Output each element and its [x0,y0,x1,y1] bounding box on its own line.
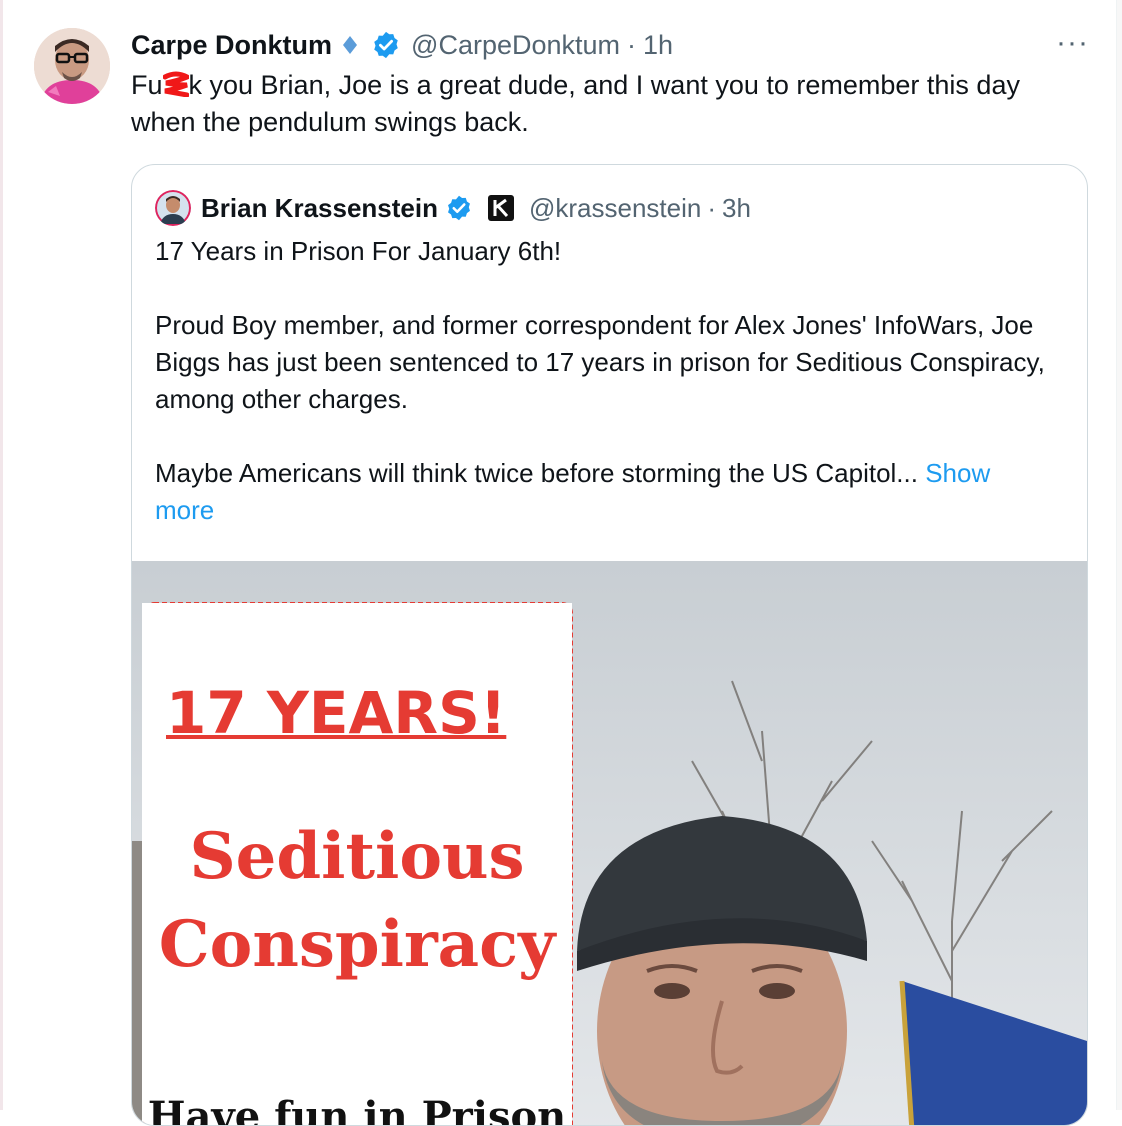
quoted-tweet-text: 17 Years in Prison For January 6th! Prou… [155,233,1055,529]
quoted-author-handle[interactable]: @krassenstein [529,193,701,224]
tweet-timestamp[interactable]: 1h [643,30,673,61]
sign-subtitle-line-1: Seditious [189,819,525,894]
quoted-tweet-image[interactable]: 17 YEARS! Seditious Conspiracy Have fun … [132,561,1087,1125]
tweet-text-prefix: Fu [131,70,163,100]
sign-subtitle: Seditious Conspiracy [142,813,572,989]
affiliate-diamond-icon [341,34,359,56]
sign-headline: 17 YEARS! [166,679,507,747]
quoted-paragraph-2: Proud Boy member, and former corresponde… [155,310,1045,414]
quoted-verified-badge-icon[interactable] [445,194,473,222]
more-options-button[interactable]: ··· [1056,28,1089,58]
quoted-paragraph-3: Maybe Americans will think twice before … [155,455,1055,529]
quoted-tweet-header: Brian Krassenstein @krassenstein · 3h [155,190,751,226]
verified-badge-icon[interactable] [371,30,401,60]
quoted-author-display-name[interactable]: Brian Krassenstein [201,193,438,224]
separator-dot: · [627,29,637,60]
affiliation-badge-icon[interactable] [487,194,515,222]
quoted-tweet-timestamp[interactable]: 3h [722,193,751,224]
redaction-scribble-icon [162,70,193,98]
author-handle[interactable]: @CarpeDonktum [411,30,620,61]
tweet-text-body: k you Brian, Joe is a great dude, and I … [131,70,1020,137]
separator-dot: · [707,192,717,223]
author-display-name[interactable]: Carpe Donktum [131,30,332,61]
tweet-header: Carpe Donktum @CarpeDonktum · 1h [131,28,673,62]
quoted-author-avatar[interactable] [155,190,191,226]
author-avatar[interactable] [34,28,110,104]
tweet-text: Fu k you Brian, Joe is a great dude, and … [131,67,1091,141]
image-sign-overlay: 17 YEARS! Seditious Conspiracy Have fun … [142,603,572,1125]
quoted-tweet-card[interactable]: Brian Krassenstein @krassenstein · 3h 17… [131,164,1088,1126]
quoted-paragraph-1: 17 Years in Prison For January 6th! [155,236,562,266]
scrollbar[interactable] [1116,0,1122,1110]
quoted-paragraph-3-text: Maybe Americans will think twice before … [155,458,918,488]
window-edge-left [0,0,3,1110]
sign-subtitle-line-2: Conspiracy [158,907,556,982]
